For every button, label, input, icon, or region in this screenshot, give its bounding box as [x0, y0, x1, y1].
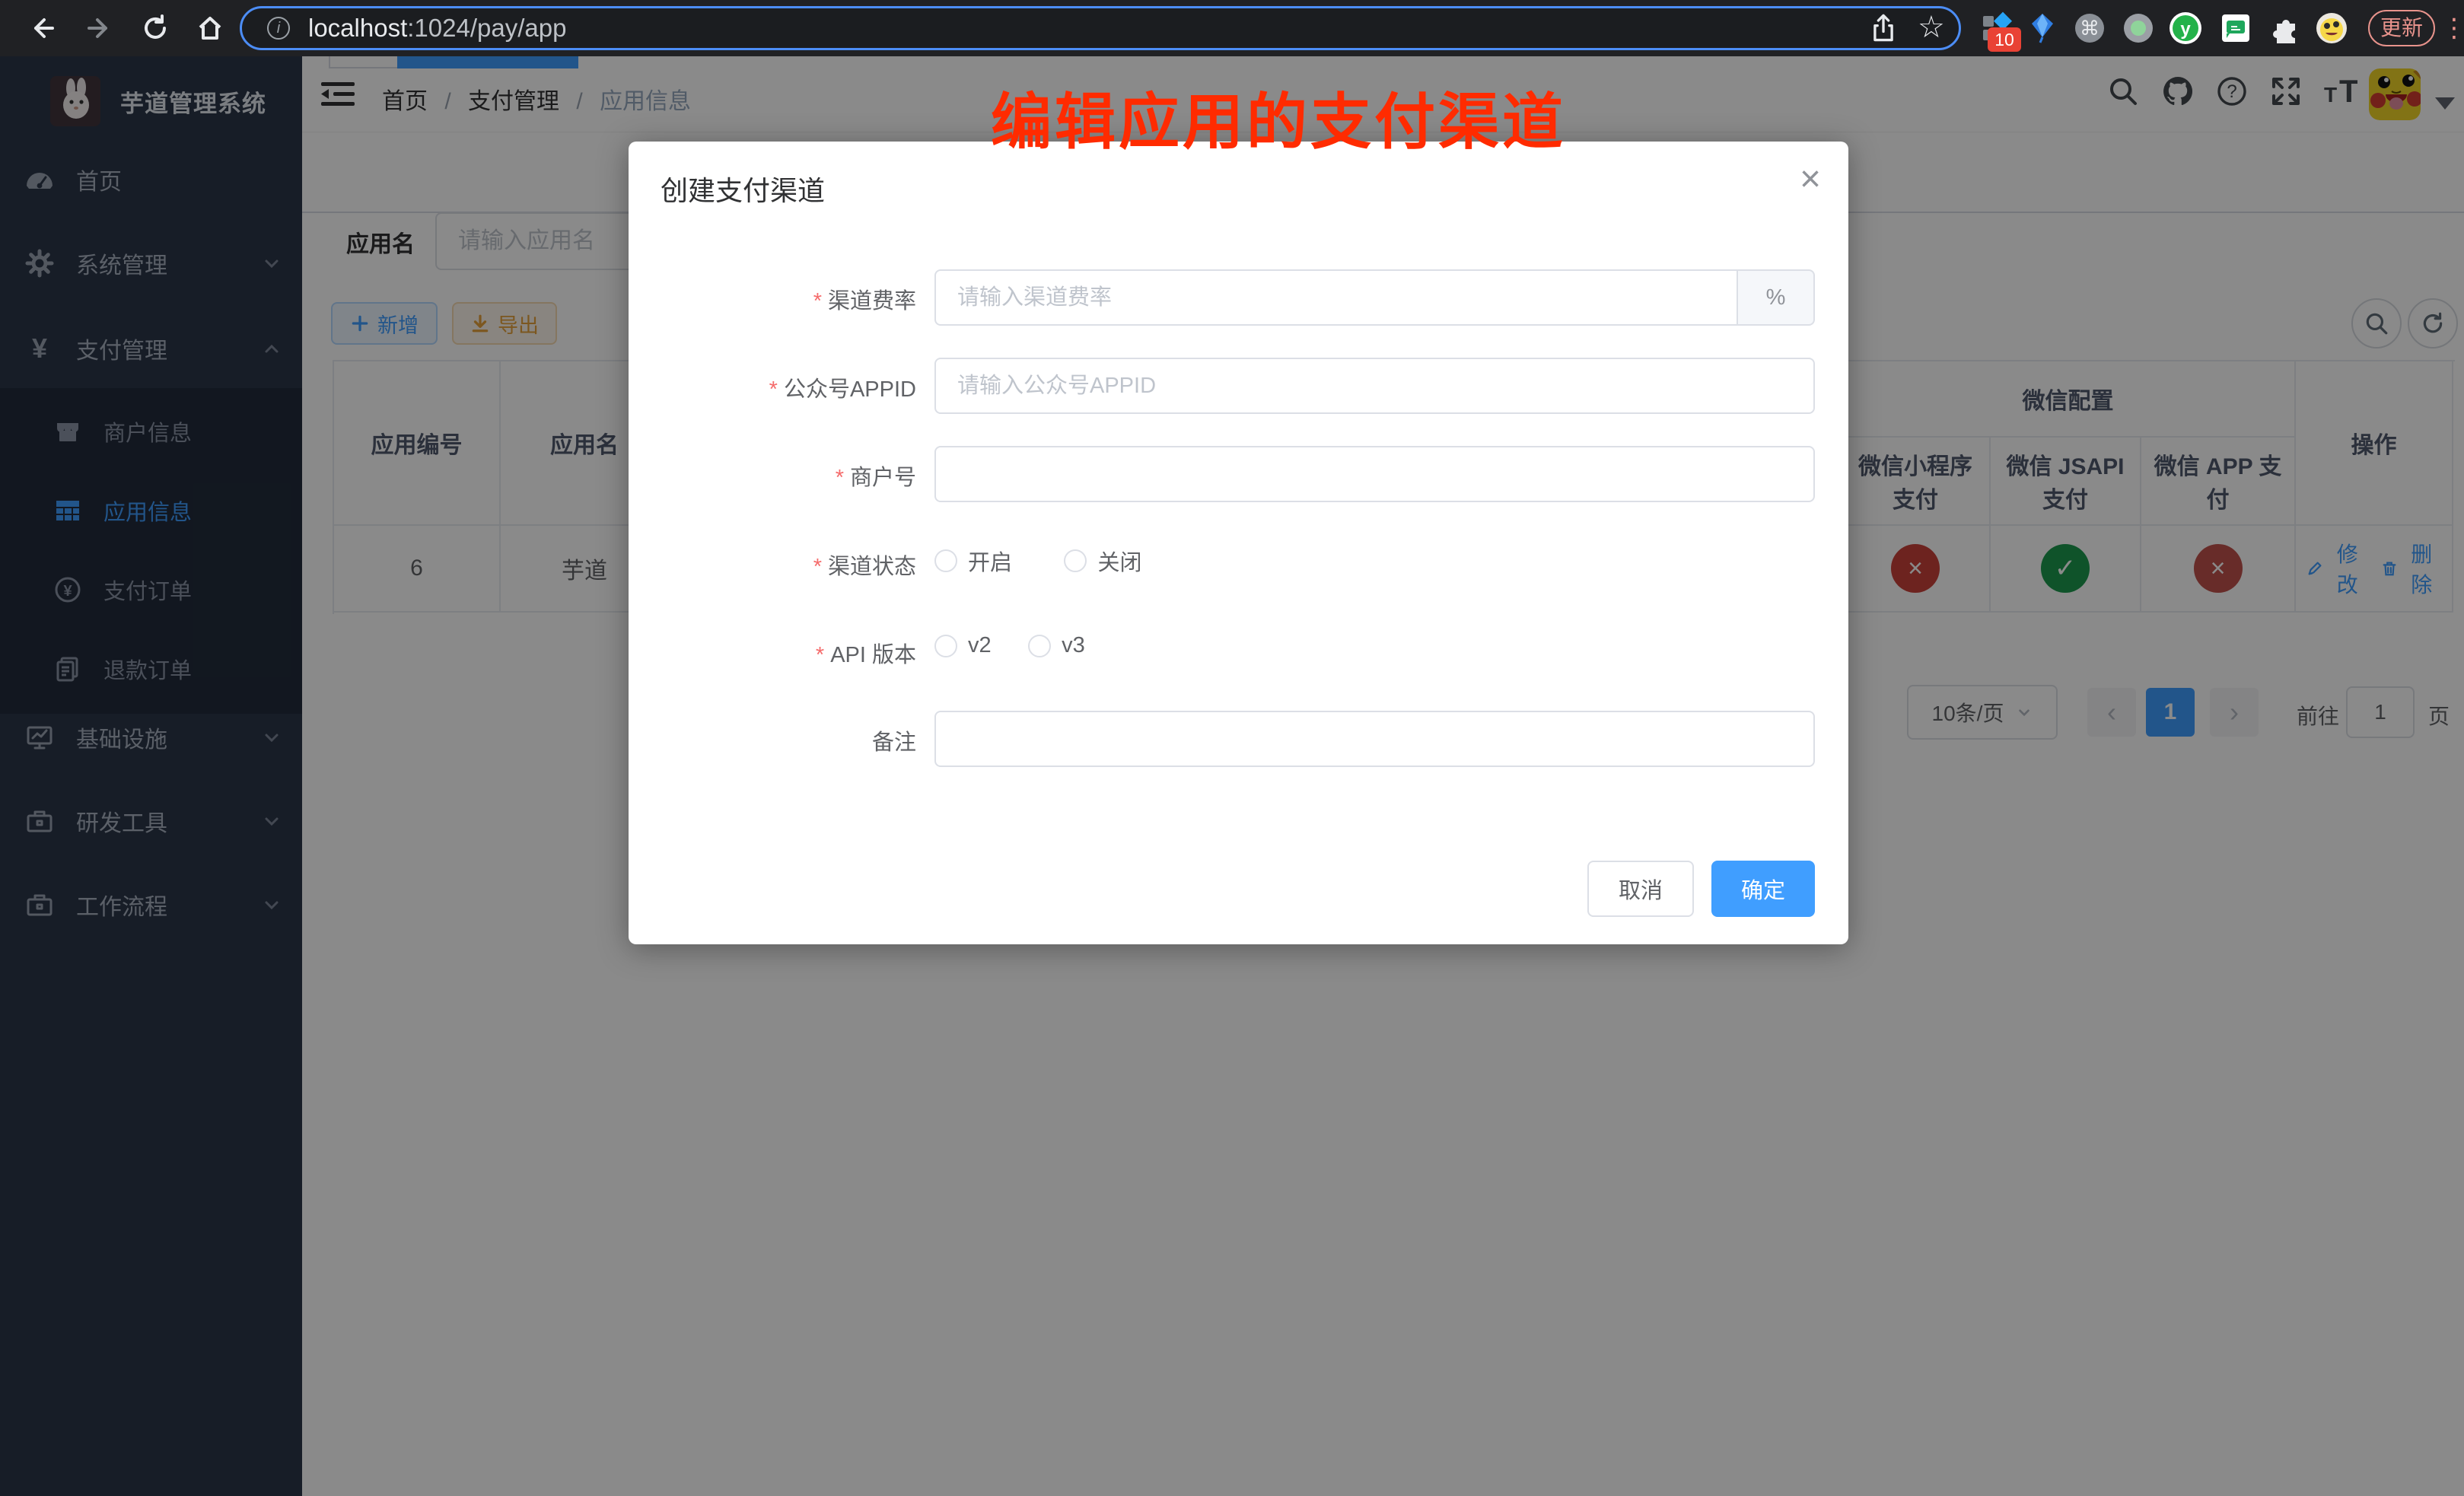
appid-input[interactable]: [934, 358, 1815, 414]
site-info-icon[interactable]: i: [267, 17, 290, 40]
annotation-text: 编辑应用的支付渠道: [991, 73, 1566, 161]
api-version-label: *API 版本: [629, 637, 916, 669]
url-text: localhost:1024/pay/app: [308, 14, 566, 43]
api-radio-group: v2 v3: [934, 633, 1134, 661]
remark-input[interactable]: [934, 711, 1815, 767]
radio-status-on[interactable]: 开启: [934, 545, 1012, 577]
browser-home-icon[interactable]: [196, 14, 224, 42]
browser-reload-icon[interactable]: [142, 14, 169, 42]
dialog-close-icon[interactable]: ×: [1800, 161, 1821, 198]
radio-api-v3[interactable]: v3: [1028, 633, 1085, 658]
radio-status-off[interactable]: 关闭: [1064, 545, 1141, 577]
browser-back-icon[interactable]: [29, 14, 56, 42]
share-icon[interactable]: [1868, 13, 1896, 40]
browser-menu-icon[interactable]: ⋮: [2441, 9, 2464, 47]
merchant-input[interactable]: [934, 446, 1815, 502]
browser-update-button[interactable]: 更新: [2368, 10, 2435, 46]
status-label: *渠道状态: [629, 549, 916, 581]
extension-chat-icon[interactable]: [2219, 11, 2252, 45]
browser-forward-icon[interactable]: [85, 14, 113, 42]
radio-circle: [934, 635, 957, 657]
browser-chrome: i localhost:1024/pay/app ☆ 10 ⌘ y 更新 ⋮: [0, 0, 2464, 56]
rate-label: *渠道费率: [629, 283, 916, 315]
profile-emoji-icon[interactable]: [2315, 11, 2348, 45]
dialog-title: 创建支付渠道: [661, 169, 825, 208]
address-bar[interactable]: i localhost:1024/pay/app: [240, 6, 1961, 50]
extension-dot-icon[interactable]: [2122, 11, 2155, 45]
radio-api-v2[interactable]: v2: [934, 633, 992, 658]
radio-circle: [934, 549, 957, 572]
cancel-button[interactable]: 取消: [1587, 861, 1694, 917]
confirm-button[interactable]: 确定: [1711, 861, 1815, 917]
svg-text:y: y: [2180, 19, 2191, 40]
status-radio-group: 开启 关闭: [934, 545, 1190, 577]
merchant-label: *商户号: [629, 460, 916, 492]
extension-y-icon[interactable]: y: [2169, 11, 2202, 45]
radio-circle: [1028, 635, 1051, 657]
percent-append: %: [1738, 269, 1815, 326]
svg-text:⌘: ⌘: [2080, 17, 2099, 40]
create-channel-dialog: 创建支付渠道 × *渠道费率 % *公众号APPID *商户号 *渠道状态 开启…: [629, 142, 1848, 944]
bookmark-star-icon[interactable]: ☆: [1918, 11, 1945, 38]
extension-badge: 10: [1988, 27, 2021, 52]
extension-cmd-icon[interactable]: ⌘: [2073, 11, 2106, 45]
appid-label: *公众号APPID: [629, 371, 916, 403]
extensions-puzzle-icon[interactable]: [2268, 11, 2301, 45]
radio-circle: [1064, 549, 1087, 572]
extension-kite-icon[interactable]: [2026, 11, 2059, 45]
remark-label: 备注: [629, 724, 916, 756]
rate-input[interactable]: [934, 269, 1738, 326]
